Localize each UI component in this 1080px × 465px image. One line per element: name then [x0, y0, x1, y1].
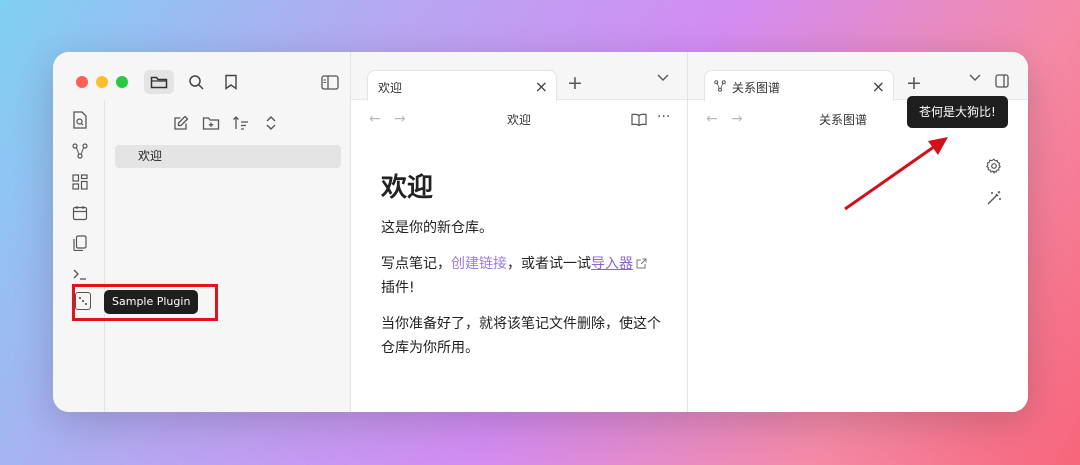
sort-icon [233, 116, 248, 130]
file-explorer-pane: 欢迎 [105, 100, 351, 412]
minimize-window-button[interactable] [96, 76, 108, 88]
folder-icon [150, 76, 168, 89]
gear-icon [986, 158, 1001, 174]
canvas-button[interactable] [70, 172, 90, 192]
chevron-down-icon [969, 74, 981, 81]
note-paragraph-3: 当你准备好了，就将该笔记文件删除，使这个仓库为你所用。 [381, 316, 661, 356]
animate-button[interactable] [986, 190, 1002, 206]
dashboard-icon [72, 174, 88, 190]
graph-icon [72, 143, 88, 159]
notice-tooltip: 苍何是大狗比! [907, 96, 1008, 128]
tab-label: 欢迎 [378, 81, 403, 95]
terminal-icon [73, 269, 86, 280]
editor-pane: 欢迎 × + ← → 欢迎 ··· 欢迎 这是你的新仓库。 写点笔记，创建链接，… [351, 52, 688, 412]
tab-welcome[interactable]: 欢迎 × [367, 70, 557, 101]
book-open-icon [631, 113, 647, 126]
tab-graph[interactable]: 关系图谱 × [704, 70, 894, 101]
importer-link[interactable]: 导入器 [591, 256, 633, 272]
note-heading: 欢迎 [381, 173, 434, 203]
sidebar-right-icon [995, 74, 1009, 88]
sort-button[interactable] [230, 112, 252, 134]
left-ribbon [53, 100, 105, 412]
more-options-icon[interactable]: ··· [657, 109, 670, 125]
reading-view-button[interactable] [631, 113, 647, 126]
create-link[interactable]: 创建链接 [451, 256, 507, 272]
graph-view-button[interactable] [70, 141, 90, 161]
note-text: 插件! [381, 280, 415, 296]
collapse-all-button[interactable] [260, 112, 282, 134]
calendar-icon [72, 206, 88, 221]
note-text: ，或者试一试 [507, 256, 591, 272]
command-palette-button[interactable] [70, 264, 90, 284]
file-explorer-button[interactable] [144, 70, 174, 94]
highlight-box [72, 284, 218, 321]
sidebar-toggle-icon [321, 74, 339, 90]
new-tab-button[interactable]: + [567, 72, 583, 94]
close-icon[interactable]: × [872, 77, 885, 96]
graph-settings-button[interactable] [986, 158, 1002, 174]
daily-note-button[interactable] [70, 203, 90, 223]
tab-list-button[interactable] [657, 74, 669, 82]
close-icon[interactable]: × [535, 77, 548, 96]
titlebar-left [53, 52, 351, 100]
tab-list-button[interactable] [969, 74, 981, 82]
copy-icon [73, 235, 87, 251]
note-text: 写点笔记， [381, 256, 451, 272]
external-link-icon [636, 258, 647, 269]
note-content: 欢迎 这是你的新仓库。 写点笔记，创建链接，或者试一试导入器 插件! 当你准备好… [381, 167, 671, 372]
note-paragraph-2: 写点笔记，创建链接，或者试一试导入器 插件! [381, 252, 671, 300]
graph-icon [714, 80, 726, 92]
file-explorer-toolbar [170, 112, 282, 134]
chevron-down-icon [657, 74, 669, 81]
bookmark-icon [225, 74, 237, 90]
bookmarks-button[interactable] [216, 70, 246, 94]
maximize-window-button[interactable] [116, 76, 128, 88]
new-note-button[interactable] [170, 112, 192, 134]
view-header: ← → 欢迎 ··· [351, 101, 687, 137]
quick-switcher-button[interactable] [70, 110, 90, 130]
close-window-button[interactable] [76, 76, 88, 88]
toggle-sidebar-button[interactable] [315, 70, 345, 94]
templates-button[interactable] [70, 233, 90, 253]
search-button[interactable] [181, 70, 211, 94]
new-tab-button[interactable]: + [906, 72, 922, 94]
magic-wand-icon [987, 191, 1001, 205]
chevrons-up-down-icon [266, 116, 276, 130]
new-folder-button[interactable] [200, 112, 222, 134]
annotation-arrow [844, 137, 948, 211]
tab-label: 关系图谱 [732, 81, 781, 95]
graph-tab-bar: 关系图谱 × + [688, 52, 1028, 101]
app-window: 欢迎 欢迎 × + ← → 欢迎 ··· 欢迎 这是你的新仓库。 写点笔记，创建… [53, 52, 1028, 412]
file-search-icon [73, 111, 87, 129]
folder-plus-icon [202, 117, 220, 130]
file-item-welcome[interactable]: 欢迎 [115, 145, 341, 168]
editor-tab-bar: 欢迎 × + [351, 52, 687, 101]
toggle-right-sidebar-button[interactable] [995, 74, 1009, 88]
search-icon [189, 75, 204, 90]
edit-icon [174, 115, 189, 130]
note-paragraph-1: 这是你的新仓库。 [381, 220, 493, 236]
